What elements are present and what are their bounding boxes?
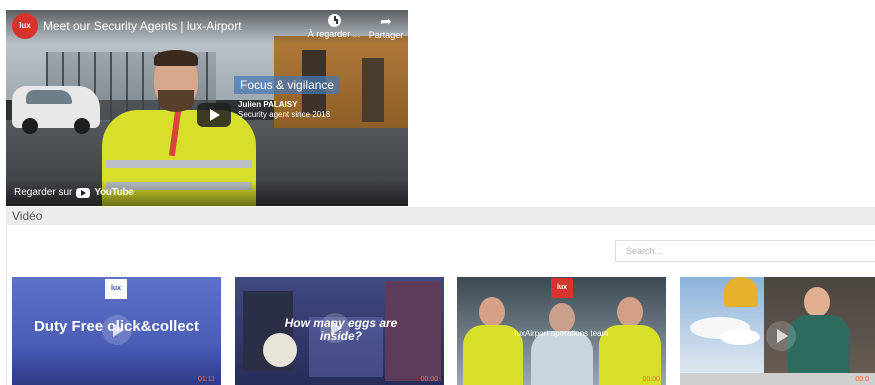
video-thumbnail-food-stall[interactable]: 00:0 — [680, 277, 875, 385]
gallery-header: Vidéo — [6, 207, 875, 225]
overlay-person-role: Security agent since 2018 — [238, 110, 331, 119]
search-input[interactable] — [615, 240, 875, 262]
youtube-wordmark: YouTube — [94, 187, 134, 198]
embedded-video-player[interactable]: lux Meet our Security Agents | lux-Airpo… — [6, 10, 408, 206]
video-title-link[interactable]: Meet our Security Agents | lux-Airport — [43, 19, 242, 33]
lux-logo-icon: lux — [105, 279, 127, 299]
thumbnail-subtitle: luxAirport operations team — [514, 329, 609, 338]
overlay-caption-tag: Focus & vigilance — [234, 76, 341, 94]
thumbnail-title: Duty Free click&collect — [33, 318, 200, 335]
overlay-person-name: Julien PALAISY — [238, 100, 298, 109]
watch-later-label: À regarder ... — [307, 29, 361, 39]
watch-on-youtube-link[interactable]: Regarder sur YouTube — [14, 187, 134, 198]
play-button[interactable] — [197, 103, 231, 127]
thumbnail-duration: 00:00 — [642, 376, 660, 383]
lux-logo-icon: lux — [551, 278, 573, 298]
video-thumbnail-duty-free[interactable]: lux Duty Free click&collect 01:11 — [12, 277, 221, 385]
gallery-title: Vidéo — [12, 209, 43, 223]
share-button[interactable]: ➦ Partager — [366, 14, 406, 40]
share-arrow-icon: ➦ — [380, 13, 392, 29]
watch-later-button[interactable]: À regarder ... — [302, 14, 366, 39]
video-thumbnail-eggs[interactable]: How many eggs are inside? 00:00 — [235, 277, 444, 385]
clock-icon — [327, 14, 341, 27]
watch-on-label: Regarder sur — [14, 187, 73, 198]
channel-avatar[interactable]: lux — [12, 13, 38, 39]
share-label: Partager — [368, 30, 404, 40]
thumbnail-duration: 01:11 — [198, 376, 215, 383]
thumbnail-duration: 00:0 — [855, 376, 869, 383]
thumbnail-title: How many eggs are inside? — [284, 316, 398, 344]
video-thumbnail-operations-team[interactable]: lux luxAirport operations team 00:00 — [457, 277, 666, 385]
thumbnail-duration: 00:00 — [420, 376, 438, 383]
youtube-logo-icon — [76, 187, 91, 198]
play-icon — [766, 321, 796, 351]
